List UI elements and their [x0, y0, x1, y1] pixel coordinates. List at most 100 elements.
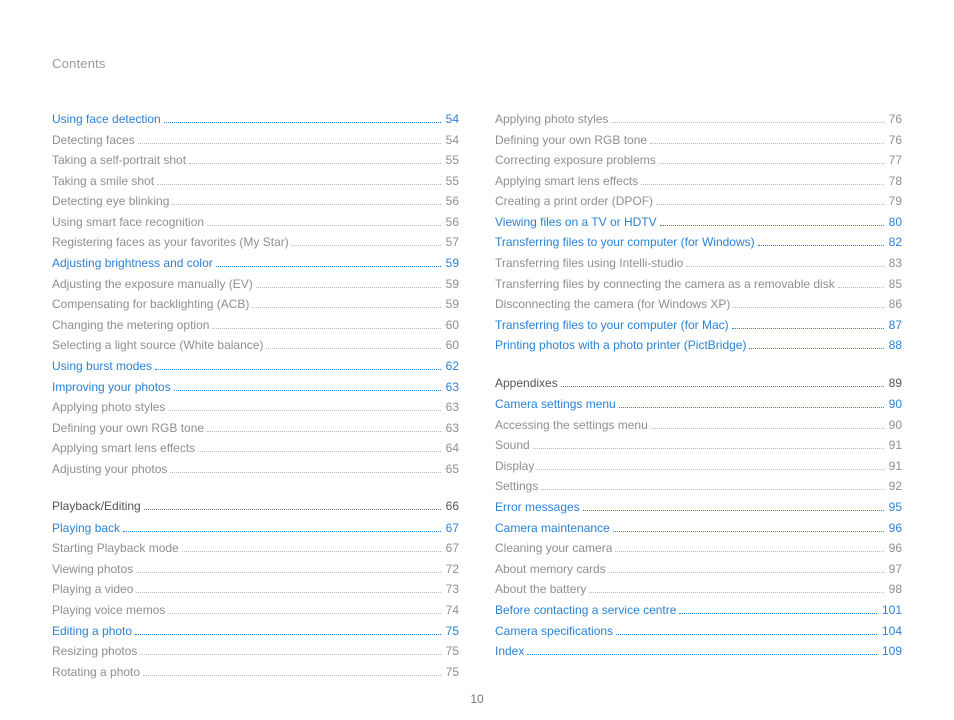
toc-entry-page: 90 [889, 417, 902, 434]
toc-entry[interactable]: Viewing files on a TV or HDTV80 [495, 214, 902, 231]
toc-entry: Creating a print order (DPOF)79 [495, 193, 902, 210]
toc-leader [135, 634, 441, 635]
toc-entry-title: Applying photo styles [495, 111, 608, 128]
toc-entry-page: 63 [446, 379, 459, 396]
toc-entry-title: Before contacting a service centre [495, 602, 676, 619]
toc-leader [172, 204, 440, 205]
toc-entry-page: 60 [446, 337, 459, 354]
toc-leader [136, 572, 440, 573]
toc-entry-page: 57 [446, 234, 459, 251]
toc-entry-page: 73 [446, 581, 459, 598]
toc-entry[interactable]: Transferring files to your computer (for… [495, 234, 902, 251]
toc-entry-title: Changing the metering option [52, 317, 209, 334]
toc-entry[interactable]: Playing back67 [52, 520, 459, 537]
toc-entry-page: 90 [889, 396, 902, 413]
toc-entry-page: 109 [882, 643, 902, 660]
toc-entry[interactable]: Editing a photo75 [52, 623, 459, 640]
toc-entry-title: About memory cards [495, 561, 606, 578]
toc-entry-page: 87 [889, 317, 902, 334]
toc-entry[interactable]: Using face detection54 [52, 111, 459, 128]
toc-entry[interactable]: Before contacting a service centre101 [495, 602, 902, 619]
toc-entry-page: 80 [889, 214, 902, 231]
toc-leader [256, 287, 441, 288]
toc-entry: Compensating for backlighting (ACB) 59 [52, 296, 459, 313]
toc-entry: Defining your own RGB tone76 [495, 132, 902, 149]
toc-entry-title: Cleaning your camera [495, 540, 612, 557]
toc-entry: Starting Playback mode67 [52, 540, 459, 557]
toc-column-left: Using face detection54Detecting faces54T… [52, 111, 459, 684]
toc-entry-page: 63 [446, 399, 459, 416]
toc-leader [143, 675, 441, 676]
toc-leader [527, 654, 877, 655]
toc-entry-title: Camera specifications [495, 623, 613, 640]
toc-entry-page: 91 [889, 458, 902, 475]
toc-entry-page: 63 [446, 420, 459, 437]
toc-entry: Applying smart lens effects64 [52, 440, 459, 457]
toc-entry[interactable]: Camera settings menu90 [495, 396, 902, 413]
toc-entry: Appendixes89 [495, 375, 902, 392]
toc-entry-page: 98 [889, 581, 902, 598]
toc-entry[interactable]: Adjusting brightness and color59 [52, 255, 459, 272]
toc-entry: Applying photo styles63 [52, 399, 459, 416]
toc-leader [619, 407, 884, 408]
toc-leader [650, 143, 884, 144]
toc-entry-title: Sound [495, 437, 530, 454]
toc-leader [838, 287, 884, 288]
toc-leader [615, 551, 883, 552]
toc-entry: Detecting eye blinking56 [52, 193, 459, 210]
toc-leader [212, 328, 440, 329]
toc-entry-page: 74 [446, 602, 459, 619]
toc-entry-title: Selecting a light source (White balance) [52, 337, 263, 354]
toc-leader [660, 225, 884, 226]
toc-entry-page: 66 [446, 498, 459, 515]
toc-entry: Applying smart lens effects78 [495, 173, 902, 190]
toc-leader [168, 613, 440, 614]
toc-entry-page: 75 [446, 623, 459, 640]
page-title: Contents [52, 56, 902, 71]
toc-entry: Applying photo styles76 [495, 111, 902, 128]
toc-entry-title: Compensating for backlighting (ACB) [52, 296, 249, 313]
toc-entry-title: Viewing photos [52, 561, 133, 578]
toc-leader [164, 122, 441, 123]
toc-entry: Defining your own RGB tone63 [52, 420, 459, 437]
toc-entry[interactable]: Index109 [495, 643, 902, 660]
toc-leader [123, 531, 441, 532]
toc-entry-title: Adjusting your photos [52, 461, 167, 478]
page-number: 10 [0, 692, 954, 706]
toc-entry-page: 75 [446, 664, 459, 681]
toc-entry-page: 76 [889, 132, 902, 149]
toc-entry-page: 59 [446, 296, 459, 313]
toc-entry-page: 75 [446, 643, 459, 660]
toc-entry-title: Printing photos with a photo printer (Pi… [495, 337, 746, 354]
toc-entry[interactable]: Camera specifications104 [495, 623, 902, 640]
toc-entry-page: 91 [889, 437, 902, 454]
toc-leader [136, 592, 440, 593]
toc-entry[interactable]: Printing photos with a photo printer (Pi… [495, 337, 902, 354]
toc-entry-page: 85 [889, 276, 902, 293]
toc-leader [266, 348, 440, 349]
toc-entry[interactable]: Using burst modes62 [52, 358, 459, 375]
toc-entry-title: About the battery [495, 581, 586, 598]
toc-leader [749, 348, 883, 349]
toc-entry-title: Transferring files to your computer (for… [495, 234, 755, 251]
toc-entry-title: Resizing photos [52, 643, 137, 660]
toc-entry-page: 54 [446, 132, 459, 149]
toc-leader [541, 489, 883, 490]
toc-entry-title: Settings [495, 478, 538, 495]
toc-entry[interactable]: Transferring files to your computer (for… [495, 317, 902, 334]
toc-leader [157, 184, 441, 185]
toc-entry-page: 59 [446, 255, 459, 272]
toc-entry-title: Using burst modes [52, 358, 152, 375]
toc-entry: Playback/Editing66 [52, 498, 459, 515]
toc-entry[interactable]: Error messages95 [495, 499, 902, 516]
toc-entry[interactable]: Improving your photos63 [52, 379, 459, 396]
toc-entry-page: 79 [889, 193, 902, 210]
toc-entry: About memory cards97 [495, 561, 902, 578]
toc-entry-title: Detecting eye blinking [52, 193, 169, 210]
toc-entry-page: 82 [889, 234, 902, 251]
toc-entry-title: Correcting exposure problems [495, 152, 656, 169]
toc-entry-page: 55 [446, 152, 459, 169]
toc-entry[interactable]: Camera maintenance96 [495, 520, 902, 537]
toc-entry: Detecting faces54 [52, 132, 459, 149]
toc-leader [252, 307, 440, 308]
